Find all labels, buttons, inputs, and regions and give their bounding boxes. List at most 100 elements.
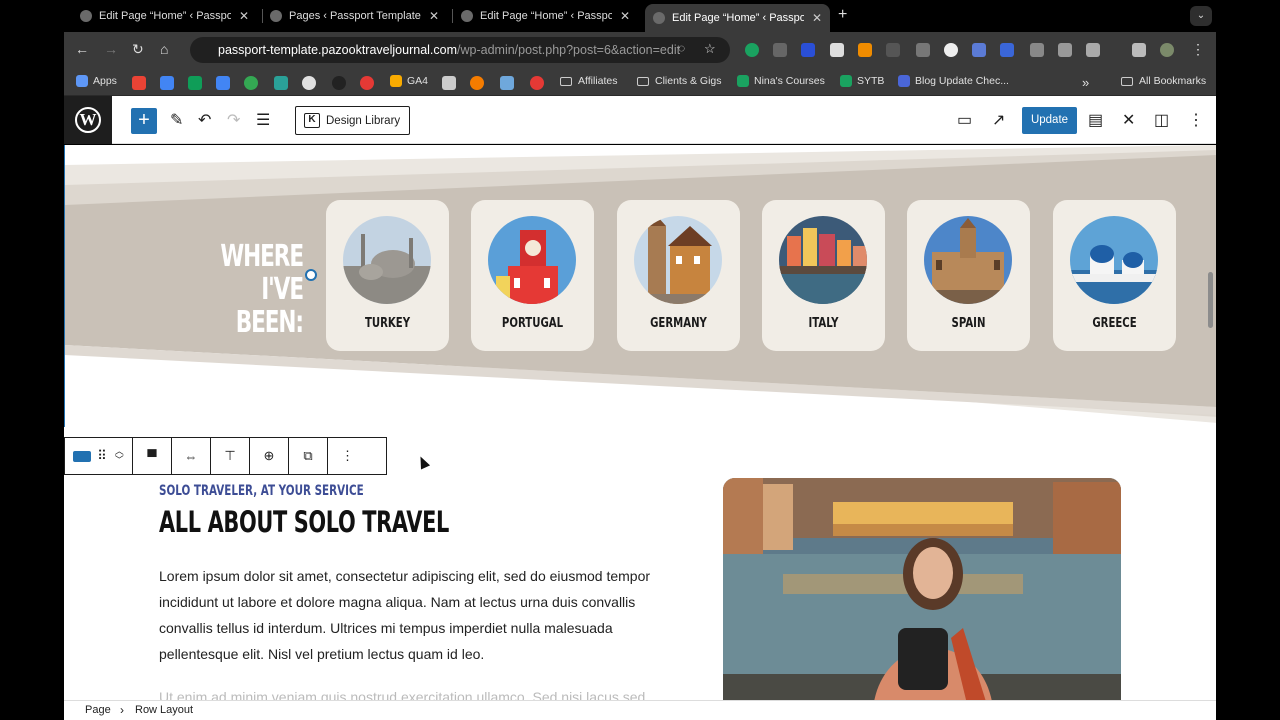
bookmark-label: All Bookmarks [1139,75,1207,87]
more-vertical-icon[interactable]: ⋮ [1191,41,1205,58]
vertical-align-button[interactable]: ⊤ [211,438,250,474]
extension-icon[interactable] [332,76,346,90]
redo-icon[interactable]: ↷ [227,110,240,130]
link-icon[interactable] [972,43,986,57]
bookmark-blog-update[interactable]: Blog Update Chec... [898,75,1009,87]
section-paragraph-2[interactable]: Ut enim ad minim veniam quis nostrud exe… [159,689,679,700]
list-view-icon[interactable]: ☰ [256,110,270,130]
gmail-icon[interactable] [132,76,146,90]
reload-icon[interactable]: ↻ [132,41,144,58]
country-card[interactable]: GREECE [1053,200,1176,351]
extension-icon[interactable] [360,76,374,90]
bookmark-affiliates[interactable]: Affiliates [560,75,618,87]
star-icon[interactable]: ☆ [704,41,716,57]
bookmark-label: Nina's Courses [754,75,825,87]
sheets-icon[interactable] [188,76,202,90]
close-tab-icon[interactable]: ✕ [239,9,249,23]
extension-icon[interactable] [830,43,844,57]
move-up-down-icon[interactable]: ︿ ﹀ [115,447,124,465]
puzzle-icon[interactable] [1086,43,1100,57]
home-icon[interactable]: ⌂ [160,41,168,57]
extension-icon[interactable] [1030,43,1044,57]
drag-icon[interactable]: ⠿ [97,448,107,464]
section-paragraph[interactable]: Lorem ipsum dolor sit amet, consectetur … [159,563,679,667]
wordpress-logo-icon[interactable]: W [64,96,112,144]
country-card[interactable]: TURKEY [326,200,449,351]
new-tab-icon[interactable]: + [838,6,847,24]
extension-icon[interactable] [773,43,787,57]
where-ive-been-row[interactable]: WHERE I'VE BEEN: TURKEY PORTUGAL GERMANY [64,145,1216,427]
more-vertical-icon: ⋮ [341,448,354,463]
bookmark-sytb[interactable]: SYTB [840,75,884,87]
canvas-scrollbar[interactable] [1208,272,1213,328]
docs-icon[interactable] [160,76,174,90]
browser-tab-active[interactable]: Edit Page “Home” ‹ Passport ✕ [645,4,831,32]
bookmark-clients[interactable]: Clients & Gigs [637,75,722,87]
browser-tab[interactable]: Edit Page “Home” ‹ Passport ✕ [72,4,257,28]
design-library-button[interactable]: K Design Library [295,106,411,135]
avatar[interactable] [1160,43,1174,57]
maps-icon[interactable] [244,76,258,90]
florence-bridge-photo[interactable] [723,478,1121,700]
extension-icon[interactable] [442,76,456,90]
block-options-button[interactable]: ⋮ [328,438,367,474]
add-block-button[interactable]: + [131,108,157,134]
block-width-button[interactable]: ⇔ [172,438,211,474]
browser-tab[interactable]: Edit Page “Home” ‹ Passport ✕ [453,4,638,28]
browser-tab[interactable]: Pages ‹ Passport Template — ✕ [262,4,447,28]
bookmark-apps[interactable]: Apps [76,75,117,87]
extension-icon[interactable] [500,76,514,90]
update-button[interactable]: Update [1022,107,1077,134]
country-card[interactable]: SPAIN [907,200,1030,351]
extension-icon[interactable] [886,43,900,57]
block-type-button[interactable]: ⠿ ︿ ﹀ [65,438,133,474]
bookmark-courses[interactable]: Nina's Courses [737,75,825,87]
breadcrumb-current[interactable]: Row Layout [135,704,193,716]
close-tab-icon[interactable]: ✕ [812,11,822,25]
sidebar-icon[interactable] [1132,43,1146,57]
settings-sidebar-icon[interactable]: ◫ [1154,110,1169,130]
close-tab-icon[interactable]: ✕ [620,9,630,23]
camera-icon[interactable] [1058,43,1072,57]
pencil-icon[interactable]: ✎ [170,110,183,130]
forward-icon[interactable]: → [104,41,118,57]
country-label: TURKEY [364,316,411,331]
eye-off-icon[interactable]: ◌ [678,41,685,55]
kadence-settings-icon[interactable]: ▤ [1088,110,1103,130]
design-library-label: Design Library [326,114,401,127]
extension-icon[interactable] [274,76,288,90]
wordpress-icon[interactable] [302,76,316,90]
more-bookmarks-icon[interactable]: » [1082,75,1089,90]
extension-icon[interactable] [1000,43,1014,57]
block-align-button[interactable]: ▀ [133,438,172,474]
kadence-k-icon[interactable]: ✕ [1122,110,1135,130]
country-card[interactable]: PORTUGAL [471,200,594,351]
close-tab-icon[interactable]: ✕ [429,9,439,23]
folder-icon [1121,76,1133,86]
external-link-icon[interactable]: ↗ [992,110,1005,130]
breadcrumb-root[interactable]: Page [85,704,111,716]
copy-style-button[interactable]: ⧉ [289,438,328,474]
country-label: GREECE [1092,316,1137,331]
url-field[interactable]: passport-template.pazooktraveljournal.co… [190,37,730,63]
extension-icon[interactable] [216,76,230,90]
chevron-down-icon[interactable]: ⌄ [1190,6,1212,26]
add-section-button[interactable]: ⊕ [250,438,289,474]
drag-handle[interactable] [305,269,317,281]
amazon-icon[interactable] [858,43,872,57]
more-options-icon[interactable]: ⋮ [1188,110,1204,130]
bookmark-ga4[interactable]: GA4 [390,75,428,87]
undo-icon[interactable]: ↶ [198,110,211,130]
desktop-preview-icon[interactable]: ▭ [957,110,972,130]
url-path: /wp-admin/post.php?post=6&action=edit [457,43,681,57]
back-icon[interactable]: ← [75,41,89,57]
country-card[interactable]: GERMANY [617,200,740,351]
extension-icon[interactable] [916,43,930,57]
extension-icon[interactable] [801,43,815,57]
extension-icon[interactable] [470,76,484,90]
extension-icon[interactable] [944,43,958,57]
grammarly-icon[interactable] [745,43,759,57]
bookmark-all[interactable]: All Bookmarks [1121,75,1206,87]
extension-icon[interactable] [530,76,544,90]
country-card[interactable]: ITALY [762,200,885,351]
